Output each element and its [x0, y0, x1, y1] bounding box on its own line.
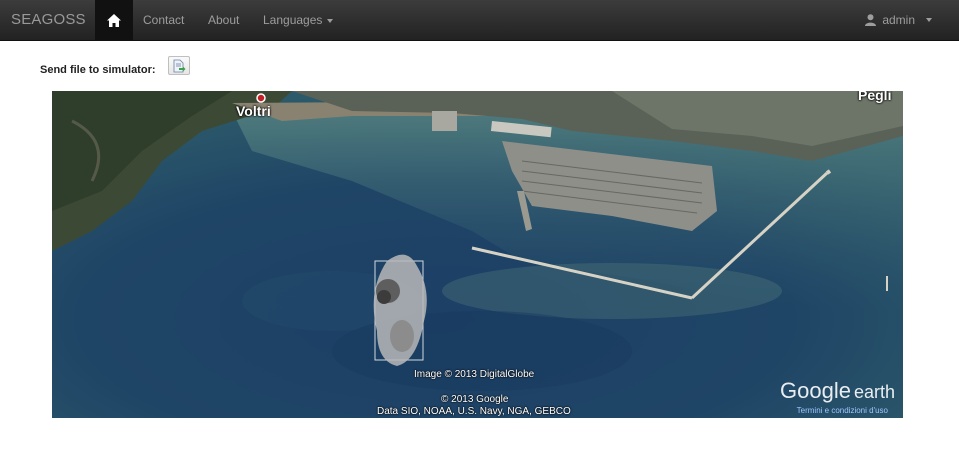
- google-credit: © 2013 Google: [441, 394, 509, 405]
- google-earth-logo: Google: [780, 378, 851, 403]
- user-name: admin: [882, 13, 915, 27]
- brand-logo[interactable]: SEAGOSS: [11, 11, 86, 28]
- terms-link[interactable]: Termini e condizioni d'uso: [797, 406, 888, 415]
- home-button[interactable]: [95, 0, 133, 40]
- top-navbar: SEAGOSS Contact About Languages admin: [0, 0, 959, 41]
- satellite-map[interactable]: Voltri Pegli Image © 2013 DigitalGlobe ©…: [52, 91, 903, 418]
- document-send-icon: [173, 59, 186, 72]
- place-label-pegli: Pegli: [858, 91, 892, 103]
- location-pin-icon: [256, 93, 266, 103]
- send-file-label: Send file to simulator:: [40, 64, 156, 76]
- nav-languages-dropdown[interactable]: Languages: [263, 13, 334, 27]
- data-credit: Data SIO, NOAA, U.S. Navy, NGA, GEBCO: [377, 406, 571, 417]
- nav-contact[interactable]: Contact: [143, 13, 184, 27]
- user-icon: [865, 14, 877, 26]
- chevron-down-icon: [926, 18, 932, 22]
- image-credit: Image © 2013 DigitalGlobe: [414, 369, 535, 380]
- place-label-voltri: Voltri: [236, 103, 271, 119]
- google-earth-logo-earth: earth: [853, 382, 895, 402]
- nav-languages-label: Languages: [263, 13, 323, 27]
- user-menu-dropdown[interactable]: admin: [865, 13, 932, 27]
- chevron-down-icon: [327, 18, 334, 23]
- send-file-button[interactable]: [168, 56, 190, 75]
- nav-about[interactable]: About: [208, 13, 239, 27]
- home-icon: [107, 13, 121, 27]
